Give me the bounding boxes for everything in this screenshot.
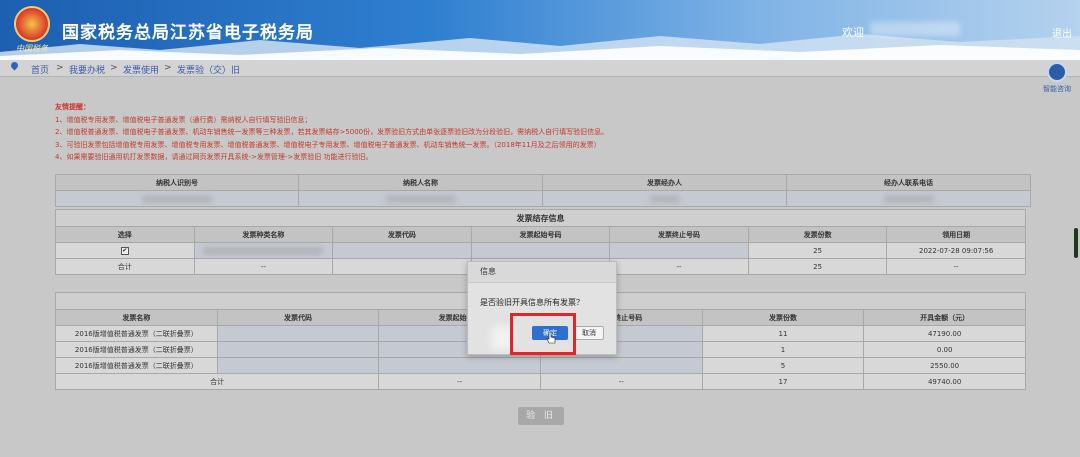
- smart-assistant-button[interactable]: 智能咨询: [1040, 62, 1074, 94]
- invoice-amount: 2550.00: [863, 357, 1026, 374]
- scrollbar-thumb[interactable]: [1074, 228, 1078, 258]
- row-select-checkbox[interactable]: ✔: [55, 242, 195, 259]
- tip-line: 2、增值税普通发票、增值税电子普通发票、机动车销售统一发票等三种发票，若其发票结…: [55, 128, 609, 136]
- breadcrumb-home[interactable]: 首页: [31, 63, 49, 76]
- total-code: --: [378, 373, 541, 390]
- table-row: [55, 190, 1031, 207]
- verify-old-button[interactable]: 验 旧: [518, 407, 564, 425]
- col-header: 发票代码: [332, 226, 472, 243]
- col-header: 领用日期: [886, 226, 1026, 243]
- tip-line: 3、可验旧发票包括增值税专用发票、增值税专用发票、增值税普通发票、增值税电子专用…: [55, 140, 601, 149]
- tip-line: 1、增值税专用发票、增值税电子普通发票（通行费）需纳税人自行填写验旧信息；: [55, 115, 312, 124]
- breadcrumb-separator: >: [56, 63, 64, 73]
- handler-redacted: [542, 190, 787, 207]
- tip-line: 4、如果需要验旧通用机打发票数据，请通过网页发票开具系统->发票管理->发票验旧…: [55, 153, 373, 161]
- welcome-text: 欢迎: [842, 26, 864, 39]
- total-end: --: [539, 373, 703, 390]
- breadcrumb-current: 发票验（交）旧: [177, 66, 241, 76]
- start-number-redacted: [470, 242, 611, 259]
- table-total-row: 合计 -- -- 17 49740.00: [54, 373, 1026, 390]
- invoice-code-redacted: [216, 357, 380, 374]
- headset-icon: [1047, 62, 1067, 82]
- total-count: 17: [701, 373, 865, 390]
- invoice-code-redacted: [216, 325, 380, 342]
- breadcrumb-separator: >: [164, 63, 172, 73]
- logo-subtext: 中国税务: [16, 44, 48, 53]
- tax-emblem-icon: [14, 6, 50, 42]
- breadcrumb-invoice-use[interactable]: 发票使用: [123, 63, 159, 76]
- dialog-message: 是否验旧开具信息所有发票？: [480, 298, 584, 307]
- col-header: 纳税人名称: [298, 174, 543, 191]
- col-header: 发票起始号码: [470, 226, 611, 243]
- total-label: 合计: [55, 258, 195, 275]
- user-name-redacted: [870, 22, 960, 36]
- col-header: 纳税人识别号: [55, 174, 299, 191]
- invoice-code-redacted: [332, 242, 472, 259]
- invoice-count: 1: [701, 341, 865, 358]
- total-amount: 49740.00: [863, 373, 1026, 390]
- total-date: --: [886, 258, 1026, 275]
- col-header: 发票份数: [747, 226, 888, 243]
- col-header: 选择: [55, 226, 195, 243]
- dialog-title: 信息: [468, 262, 616, 283]
- total-label: 合计: [54, 373, 380, 390]
- col-header: 发票代码: [216, 309, 380, 326]
- col-header: 发票份数: [701, 309, 865, 326]
- col-header: 开具金额（元）: [863, 309, 1026, 326]
- logout-link[interactable]: 退出: [1052, 25, 1072, 40]
- invoice-name: 2016版增值税普通发票（二联折叠票）: [55, 325, 218, 342]
- invoice-count: 5: [701, 357, 865, 374]
- stock-table-caption: 发票结存信息: [55, 209, 1026, 227]
- site-header: 中国税务 国家税务总局江苏省电子税务局 欢迎 退出: [0, 0, 1080, 60]
- tips-title: 友情提醒：: [55, 103, 90, 111]
- site-title: 国家税务总局江苏省电子税务局: [62, 23, 314, 43]
- hand-cursor-icon: [546, 332, 556, 344]
- table-row: 2016版增值税普通发票（二联折叠票） 5 2550.00: [55, 357, 1026, 374]
- invoice-amount: 0.00: [863, 341, 1026, 358]
- end-number-redacted: [609, 242, 749, 259]
- invoice-name: 2016版增值税普通发票（二联折叠票）: [55, 341, 218, 358]
- breadcrumb: 首页 > 我要办税 > 发票使用 > 发票验（交）旧: [0, 60, 1080, 77]
- smart-assistant-label: 智能咨询: [1043, 85, 1071, 93]
- invoice-name: 2016版增值税普通发票（二联折叠票）: [55, 357, 218, 374]
- tips-panel: 友情提醒： 1、增值税专用发票、增值税电子普通发票（通行费）需纳税人自行填写验旧…: [55, 101, 675, 164]
- breadcrumb-separator: >: [110, 63, 118, 73]
- phone-redacted: [786, 190, 1031, 207]
- col-header: 经办人联系电话: [786, 174, 1031, 191]
- col-header: 发票名称: [55, 309, 218, 326]
- col-header: 发票种类名称: [193, 226, 334, 243]
- col-header: 发票经办人: [542, 174, 787, 191]
- highlight-box: [510, 313, 576, 355]
- taxpayer-name-redacted: [298, 190, 543, 207]
- invoice-amount: 47190.00: [863, 325, 1026, 342]
- receive-date: 2022-07-28 09:07:56: [886, 242, 1026, 259]
- total-name: --: [193, 258, 334, 275]
- taxpayer-id-redacted: [55, 190, 299, 207]
- invoice-count: 11: [701, 325, 865, 342]
- dialog-cancel-button[interactable]: 取消: [574, 326, 604, 340]
- invoice-type-redacted: [193, 242, 334, 259]
- total-end: --: [609, 258, 749, 275]
- location-pin-icon: [9, 60, 20, 71]
- col-header: 发票终止号码: [609, 226, 749, 243]
- total-count: 25: [747, 258, 888, 275]
- taxpayer-table: 纳税人识别号 纳税人名称 发票经办人 经办人联系电话: [55, 174, 1031, 207]
- invoice-count: 25: [747, 242, 888, 259]
- table-row: ✔ 25 2022-07-28 09:07:56: [55, 242, 1026, 259]
- breadcrumb-tax-affairs[interactable]: 我要办税: [69, 63, 105, 76]
- invoice-code-redacted: [216, 341, 380, 358]
